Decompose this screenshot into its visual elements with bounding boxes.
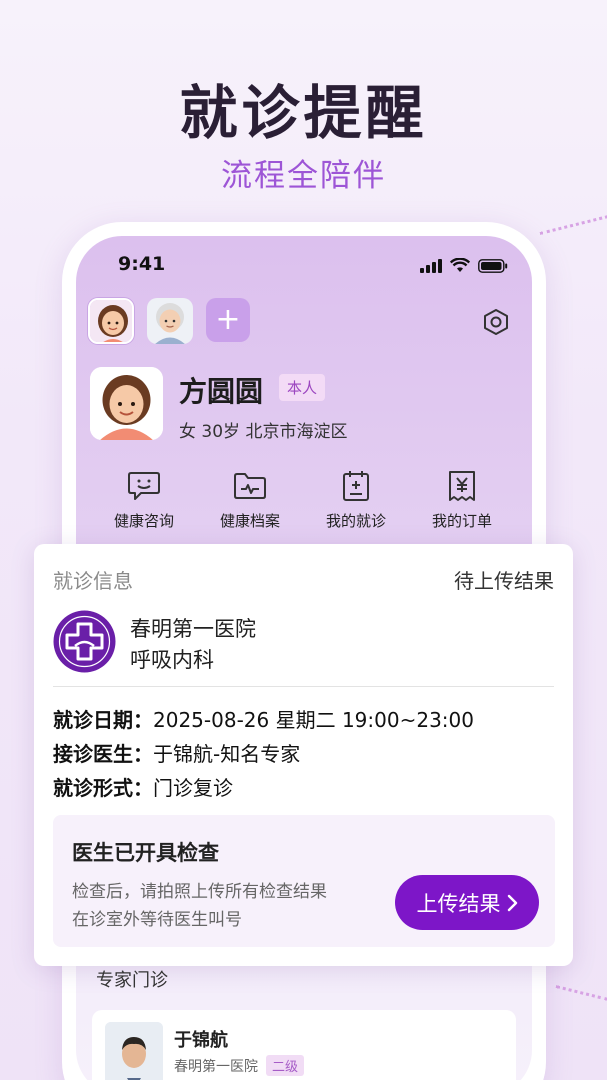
profile-info: 女 30岁 北京市海淀区 [179, 422, 348, 442]
department-name: 呼吸内科 [130, 648, 214, 672]
notice-title: 医生已开具检查 [72, 841, 219, 865]
self-badge: 本人 [279, 374, 326, 401]
visit-date-value: 2025-08-26 星期二 19:00~23:00 [153, 708, 474, 732]
promo-headline: 就诊提醒 [179, 79, 428, 147]
battery-icon [478, 258, 508, 273]
expert-clinic-title: 专家门诊 [96, 970, 168, 991]
nav-my-visits[interactable]: 我的就诊 [303, 470, 409, 531]
exam-notice: 医生已开具检查 检查后，请拍照上传所有检查结果 在诊室外等待医生叫号 上传结果 [53, 815, 555, 947]
visit-type-row: 就诊形式：门诊复诊 [53, 772, 233, 801]
upload-results-button[interactable]: 上传结果 [395, 875, 539, 930]
visit-doctor-value: 于锦航-知名专家 [153, 742, 301, 766]
hospital-logo-icon [53, 610, 116, 673]
visit-type-value: 门诊复诊 [153, 776, 233, 800]
notice-line-1: 检查后，请拍照上传所有检查结果 [72, 882, 327, 902]
visit-type-label: 就诊形式： [53, 776, 153, 800]
wifi-icon [450, 258, 470, 272]
doctor-card[interactable]: 于锦航 春明第一医院 二级 [92, 1010, 516, 1080]
card-title: 就诊信息 [53, 569, 133, 593]
avatar-woman-icon[interactable] [88, 298, 134, 344]
nav-health-consult[interactable]: 健康咨询 [91, 470, 197, 531]
decorative-dots [555, 985, 607, 1002]
upload-results-label: 上传结果 [416, 891, 501, 916]
visit-doctor-row: 接诊医生：于锦航-知名专家 [53, 738, 300, 767]
decorative-dots [539, 215, 607, 235]
nav-health-records[interactable]: 健康档案 [197, 470, 303, 531]
nav-my-orders[interactable]: 我的订单 [409, 470, 515, 531]
settings-hexagon-icon[interactable] [482, 308, 510, 336]
status-time: 9:41 [118, 253, 166, 275]
chat-smile-icon [128, 472, 160, 500]
notice-line-2: 在诊室外等待医生叫号 [72, 910, 242, 930]
profile-switcher: + [88, 298, 250, 344]
hospital-level-badge: 二级 [266, 1055, 305, 1076]
visit-date-label: 就诊日期： [53, 708, 153, 732]
visit-status: 待上传结果 [454, 569, 554, 593]
quick-nav: 健康咨询 健康档案 我的就诊 我的订单 [76, 470, 532, 531]
hospital-name: 春明第一医院 [130, 617, 256, 641]
profile-name: 方圆圆 [179, 375, 264, 408]
receipt-yen-icon [449, 471, 475, 501]
doctor-name: 于锦航 [174, 1030, 228, 1051]
visit-info-card[interactable]: 就诊信息 待上传结果 春明第一医院 呼吸内科 就诊日期：2025-08-26 星… [34, 544, 573, 966]
status-icons [420, 258, 508, 273]
visit-date-row: 就诊日期：2025-08-26 星期二 19:00~23:00 [53, 704, 474, 733]
clipboard-plus-icon [343, 471, 369, 501]
visit-doctor-label: 接诊医生： [53, 742, 153, 766]
nav-label: 我的订单 [431, 512, 492, 530]
nav-label: 我的就诊 [325, 512, 386, 530]
promo-subline: 流程全陪伴 [221, 158, 386, 194]
folder-pulse-icon [234, 473, 266, 499]
doctor-hospital: 春明第一医院 [174, 1059, 258, 1075]
nav-label: 健康咨询 [113, 512, 174, 530]
avatar-elderly-icon[interactable] [147, 298, 193, 344]
divider [53, 686, 554, 687]
add-member-button[interactable]: + [206, 298, 250, 342]
nav-label: 健康档案 [219, 512, 280, 530]
profile-avatar[interactable] [90, 367, 163, 440]
chevron-right-icon [507, 894, 517, 911]
doctor-photo [105, 1022, 163, 1080]
cellular-signal-icon [420, 258, 442, 273]
